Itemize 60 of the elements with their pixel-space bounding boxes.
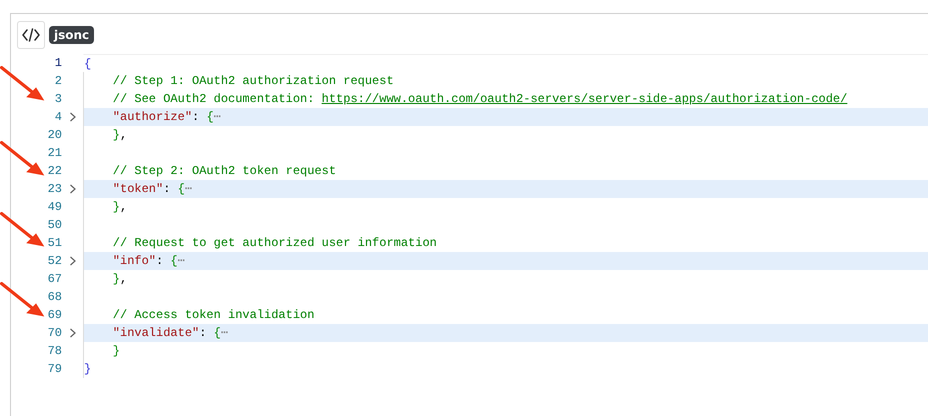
code-comment: // Request to get authorized user information — [112, 236, 437, 250]
line-number: 51 — [46, 235, 62, 252]
code-key: "info" — [84, 254, 156, 268]
line-number: 20 — [46, 127, 62, 144]
code-brace: { — [84, 57, 92, 71]
pointer-arrow — [0, 141, 46, 178]
code-punctuation: : — [199, 326, 208, 340]
code-punctuation: : — [163, 182, 172, 196]
pointer-arrow — [0, 282, 46, 318]
code-brace: { — [206, 110, 214, 124]
code-punctuation: , — [120, 200, 128, 214]
chevron-right-icon[interactable] — [68, 184, 76, 194]
code-punctuation: : — [192, 110, 200, 124]
code-brace: } — [112, 200, 120, 214]
code-brace: } — [84, 362, 92, 376]
pointer-arrow — [0, 66, 46, 102]
line-number: 21 — [46, 145, 62, 162]
line-number: 50 — [46, 217, 62, 234]
line-number: 68 — [46, 289, 62, 306]
line-number: 69 — [46, 307, 62, 324]
line-number: 23 — [46, 181, 62, 198]
code-brace: } — [112, 272, 120, 286]
code-comment: // Step 1: OAuth2 authorization request — [112, 74, 394, 88]
code-punctuation: , — [120, 128, 128, 142]
code-key: "invalidate" — [84, 326, 200, 340]
line-number: 70 — [46, 325, 62, 342]
code-brace: { — [170, 254, 178, 268]
line-number: 49 — [46, 199, 62, 216]
pointer-arrow — [0, 212, 46, 248]
code-icon — [22, 28, 40, 42]
chevron-right-icon[interactable] — [68, 112, 76, 122]
line-number: 1 — [54, 55, 62, 72]
fold-placeholder[interactable]: ⋯ — [178, 254, 185, 268]
code-comment: // See OAuth2 documentation: — [112, 92, 316, 106]
code-punctuation: , — [120, 272, 128, 286]
line-number: 79 — [46, 361, 62, 378]
code-brace: { — [214, 326, 221, 340]
line-number: 52 — [46, 253, 62, 270]
language-badge: jsonc — [49, 26, 94, 44]
code-key: "token" — [84, 182, 164, 196]
chevron-right-icon[interactable] — [68, 256, 76, 266]
line-number: 67 — [46, 271, 62, 288]
fold-placeholder[interactable]: ⋯ — [220, 326, 228, 340]
code-brace: } — [112, 128, 120, 142]
line-number: 4 — [54, 109, 62, 126]
code-key: "authorize" — [84, 110, 192, 124]
line-number: 3 — [54, 91, 62, 108]
code-view-button[interactable] — [17, 21, 45, 49]
code-brace: } — [112, 344, 120, 358]
code-comment: // Access token invalidation — [112, 308, 314, 322]
code-comment: // Step 2: OAuth2 token request — [112, 164, 336, 178]
line-number: 22 — [46, 163, 62, 180]
chevron-right-icon[interactable] — [68, 328, 76, 338]
code-punctuation: : — [156, 254, 164, 268]
line-number: 2 — [54, 73, 62, 90]
line-number: 78 — [46, 343, 62, 360]
documentation-link[interactable]: https://www.oauth.com/oauth2-servers/server-side-apps/authorization-code/ — [322, 92, 848, 106]
code-brace: { — [178, 182, 185, 196]
fold-placeholder[interactable]: ⋯ — [214, 110, 221, 124]
fold-placeholder[interactable]: ⋯ — [184, 182, 192, 196]
